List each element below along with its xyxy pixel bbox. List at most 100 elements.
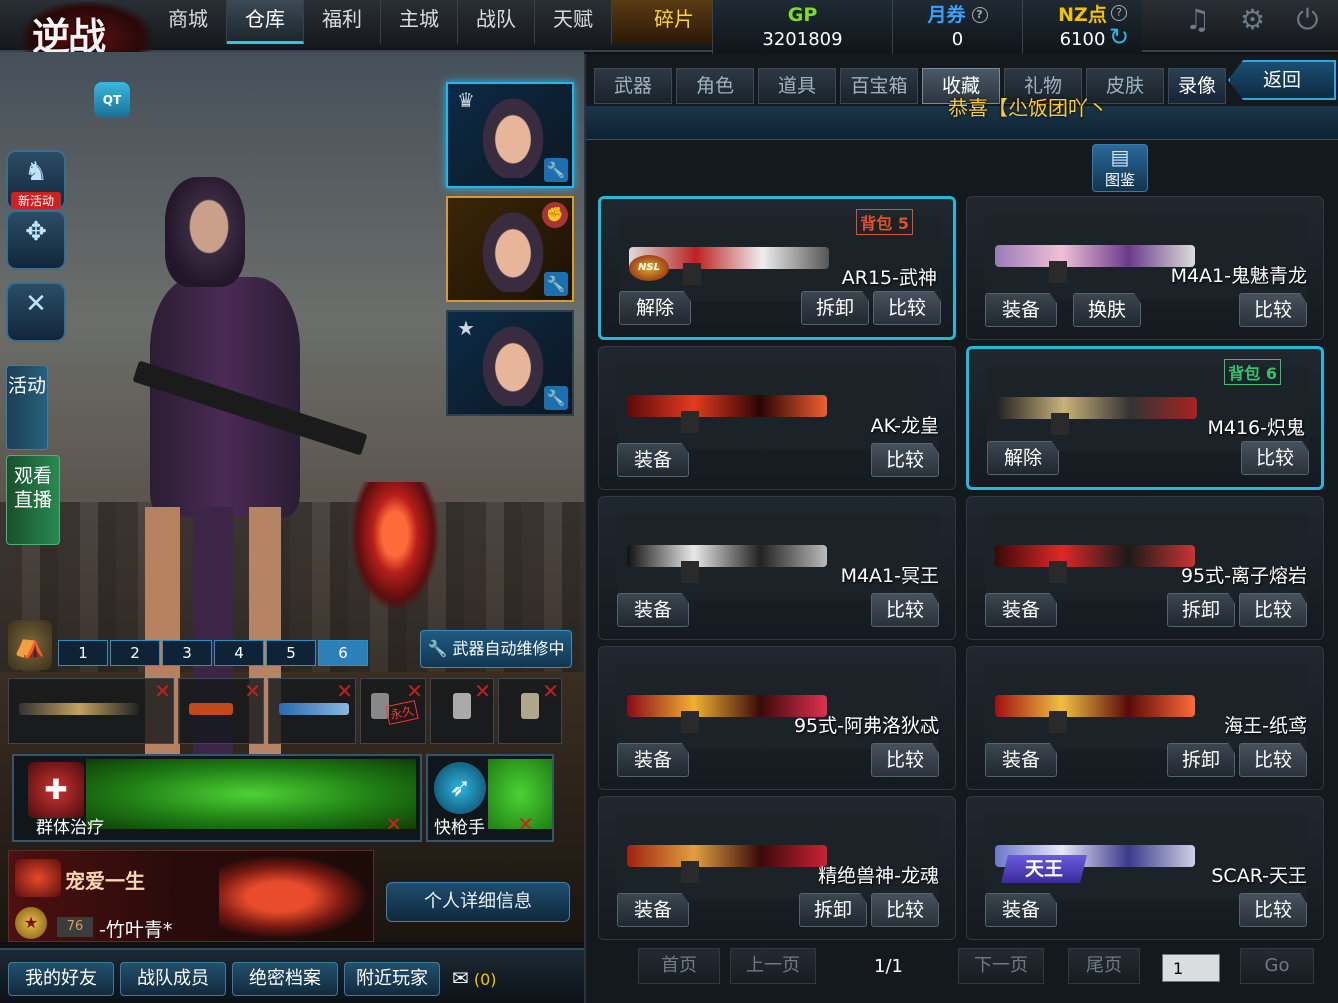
chat-button[interactable]: QT: [94, 82, 130, 118]
compare-button[interactable]: 比较: [1241, 441, 1309, 475]
nav-tab-3[interactable]: 主城: [381, 0, 458, 44]
weapon-card[interactable]: M4A1-鬼魅青龙 装备 换肤 比较: [966, 196, 1324, 340]
action-button[interactable]: 拆卸: [799, 893, 867, 927]
compare-button[interactable]: 比较: [871, 893, 939, 927]
nav-tab-2[interactable]: 福利: [304, 0, 381, 44]
remove-icon[interactable]: ✕: [406, 679, 423, 703]
equip-button[interactable]: 装备: [617, 443, 689, 477]
mail-button[interactable]: ✉ (0): [452, 966, 497, 990]
remove-icon[interactable]: ✕: [542, 679, 559, 703]
music-icon[interactable]: ♫: [1170, 0, 1225, 44]
loadout-slot-4[interactable]: 4: [214, 640, 264, 666]
equip-button[interactable]: 解除: [619, 291, 691, 325]
loadout-slot-3[interactable]: 3: [162, 640, 212, 666]
power-icon[interactable]: ⏻: [1280, 0, 1335, 44]
secret-archive-button[interactable]: 绝密档案: [232, 962, 338, 996]
remove-icon[interactable]: ✕: [336, 679, 353, 703]
compare-button[interactable]: 比较: [871, 593, 939, 627]
remove-icon[interactable]: ✕: [385, 812, 402, 836]
compare-button[interactable]: 比较: [1239, 593, 1307, 627]
compare-button[interactable]: 比较: [1239, 893, 1307, 927]
warehouse-tab-3[interactable]: 百宝箱: [840, 68, 918, 104]
compare-button[interactable]: 比较: [873, 291, 941, 325]
pet-model[interactable]: [350, 482, 440, 612]
warehouse-tab-2[interactable]: 道具: [758, 68, 836, 104]
watch-live-tab[interactable]: 观看直播: [6, 455, 60, 545]
nav-tab-1[interactable]: 仓库: [227, 0, 304, 44]
backpack-icon[interactable]: ⛺: [8, 620, 52, 670]
equip-primary[interactable]: ✕: [8, 678, 174, 744]
nearby-players-button[interactable]: 附近玩家: [344, 962, 440, 996]
remove-icon[interactable]: ✕: [517, 812, 534, 836]
weapon-card[interactable]: NSL AR15-武神 背包 5 解除 拆卸 比较: [598, 196, 956, 340]
nav-tab-0[interactable]: 商城: [150, 0, 227, 44]
skill-quickdraw[interactable]: ➶ 快枪手 ✕: [426, 754, 554, 842]
wrench-icon[interactable]: 🔧: [544, 158, 568, 182]
weapon-card[interactable]: 精绝兽神-龙魂 装备 拆卸 比较: [598, 796, 956, 940]
nav-tab-5[interactable]: 天赋: [535, 0, 612, 44]
equip-flash[interactable]: ✕: [430, 678, 494, 744]
skill-group-heal[interactable]: ✚ 群体治疗 ✕: [12, 754, 422, 842]
warehouse-tab-1[interactable]: 角色: [676, 68, 754, 104]
equip-grenade[interactable]: 永久 ✕: [360, 678, 426, 744]
pvp-button[interactable]: ✕: [6, 282, 66, 342]
equip-button[interactable]: 装备: [617, 593, 689, 627]
equip-button[interactable]: 装备: [985, 593, 1057, 627]
profile-detail-button[interactable]: 个人详细信息: [386, 882, 570, 922]
equip-melee[interactable]: ✕: [268, 678, 356, 744]
remove-icon[interactable]: ✕: [244, 679, 261, 703]
action-button[interactable]: 拆卸: [801, 291, 869, 325]
equip-button[interactable]: 解除: [987, 441, 1059, 475]
refresh-button[interactable]: ? ↻: [1104, 4, 1134, 51]
gallery-button[interactable]: ▤ 图鉴: [1092, 144, 1148, 192]
back-button[interactable]: 返回: [1228, 60, 1336, 100]
warehouse-tab-0[interactable]: 武器: [594, 68, 672, 104]
friends-button[interactable]: 我的好友: [8, 962, 114, 996]
compare-button[interactable]: 比较: [871, 443, 939, 477]
loadout-slot-6[interactable]: 6: [318, 640, 368, 666]
wrench-icon[interactable]: 🔧: [544, 272, 568, 296]
equip-button[interactable]: 装备: [985, 893, 1057, 927]
loadout-slot-1[interactable]: 1: [58, 640, 108, 666]
auto-repair-button[interactable]: 🔧 武器自动维修中: [420, 630, 572, 668]
weapon-card[interactable]: 95式-离子熔岩 装备 拆卸 比较: [966, 496, 1324, 640]
weapon-card[interactable]: 天王 SCAR-天王 装备 比较: [966, 796, 1324, 940]
loadout-slot-2[interactable]: 2: [110, 640, 160, 666]
weapon-card[interactable]: AK-龙皇 装备 比较: [598, 346, 956, 490]
action-button[interactable]: 换肤: [1073, 293, 1141, 327]
remove-icon[interactable]: ✕: [474, 679, 491, 703]
last-page-button[interactable]: 尾页: [1068, 948, 1140, 984]
gamepad-button[interactable]: ✥: [6, 210, 66, 270]
equip-smoke[interactable]: ✕: [498, 678, 562, 744]
portrait-2[interactable]: ✊ 🔧: [446, 196, 574, 302]
help-icon[interactable]: ?: [1111, 5, 1127, 21]
record-tab[interactable]: 录像: [1168, 68, 1226, 104]
equip-button[interactable]: 装备: [985, 743, 1057, 777]
loadout-slot-5[interactable]: 5: [266, 640, 316, 666]
help-icon[interactable]: ?: [971, 7, 988, 23]
wrench-icon[interactable]: 🔧: [544, 386, 568, 410]
portrait-1[interactable]: ♛ 🔧: [446, 82, 574, 188]
weapon-card[interactable]: M416-炽鬼 背包 6 解除 比较: [966, 346, 1324, 490]
go-button[interactable]: Go: [1240, 948, 1314, 984]
compare-button[interactable]: 比较: [1239, 293, 1307, 327]
page-input[interactable]: [1162, 954, 1220, 982]
next-page-button[interactable]: 下一页: [958, 948, 1044, 984]
pet-card[interactable]: 宠爱一生 ★ 76 -竹叶青*: [8, 850, 374, 942]
activity-tab[interactable]: 活动: [6, 365, 48, 450]
equip-button[interactable]: 装备: [617, 743, 689, 777]
weapon-card[interactable]: 95式-阿弗洛狄忒 装备 比较: [598, 646, 956, 790]
compare-button[interactable]: 比较: [1239, 743, 1307, 777]
prev-page-button[interactable]: 上一页: [730, 948, 816, 984]
settings-gear-icon[interactable]: ⚙: [1225, 0, 1280, 44]
portrait-3[interactable]: ★ 🔧: [446, 310, 574, 416]
weapon-card[interactable]: M4A1-冥王 装备 比较: [598, 496, 956, 640]
compare-button[interactable]: 比较: [871, 743, 939, 777]
weapon-card[interactable]: 海王-纸鸢 装备 拆卸 比较: [966, 646, 1324, 790]
clan-members-button[interactable]: 战队成员: [120, 962, 226, 996]
new-activity-button[interactable]: ♞ 新活动: [6, 150, 66, 210]
action-button[interactable]: 拆卸: [1167, 593, 1235, 627]
equip-button[interactable]: 装备: [985, 293, 1057, 327]
remove-icon[interactable]: ✕: [154, 679, 171, 703]
nav-tab-4[interactable]: 战队: [458, 0, 535, 44]
